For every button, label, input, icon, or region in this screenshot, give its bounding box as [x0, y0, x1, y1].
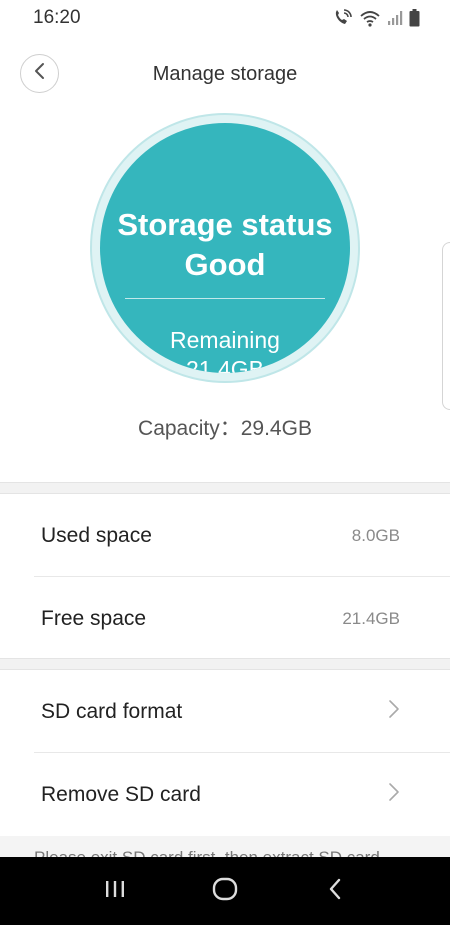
used-space-row: Used space 8.0GB [0, 494, 450, 577]
home-icon [212, 877, 238, 906]
circle-divider [125, 298, 325, 299]
navigation-bar [0, 857, 450, 925]
chevron-right-icon [388, 782, 400, 807]
storage-status-value: Good [184, 247, 266, 282]
remaining-value: 21.4GB [186, 356, 264, 373]
footer-area: Please exit SD card first, then extract … [0, 836, 450, 857]
chevron-right-icon [388, 699, 400, 724]
page-title: Manage storage [152, 62, 298, 85]
wifi-call-icon [333, 9, 353, 27]
status-bar: 16:20 [0, 0, 450, 36]
section-separator [0, 482, 450, 494]
section-separator [0, 658, 450, 670]
back-arrow-icon [327, 878, 343, 905]
chevron-left-icon [33, 62, 47, 85]
used-space-label: Used space [41, 523, 152, 547]
battery-icon [409, 9, 420, 27]
remove-sd-card-label: Remove SD card [41, 782, 201, 806]
storage-status-label: Storage status [117, 207, 333, 242]
back-nav-button[interactable] [315, 871, 355, 911]
status-time: 16:20 [33, 7, 81, 28]
recent-apps-button[interactable] [95, 871, 135, 911]
free-space-row: Free space 21.4GB [0, 577, 450, 660]
circle-main: Storage status Good Remaining 21.4GB [100, 123, 350, 373]
footer-note: Please exit SD card first, then extract … [34, 848, 380, 857]
sd-card-format-label: SD card format [41, 699, 183, 723]
used-space-value: 8.0GB [351, 525, 400, 545]
home-button[interactable] [205, 871, 245, 911]
remaining-label: Remaining [170, 327, 280, 353]
sd-card-format-row[interactable]: SD card format [0, 670, 450, 753]
free-space-value: 21.4GB [342, 608, 400, 628]
wifi-icon [359, 9, 381, 27]
back-button[interactable] [20, 54, 59, 93]
side-scroll-handle[interactable] [442, 242, 450, 410]
capacity-text: Capacity：29.4GB [138, 417, 312, 440]
status-icons [333, 9, 420, 27]
storage-status-circle: Storage status Good Remaining 21.4GB [90, 113, 360, 383]
remove-sd-card-row[interactable]: Remove SD card [0, 753, 450, 836]
signal-icon [387, 10, 403, 26]
header: Manage storage [0, 48, 450, 100]
free-space-label: Free space [41, 606, 147, 630]
recent-apps-icon [103, 879, 127, 904]
